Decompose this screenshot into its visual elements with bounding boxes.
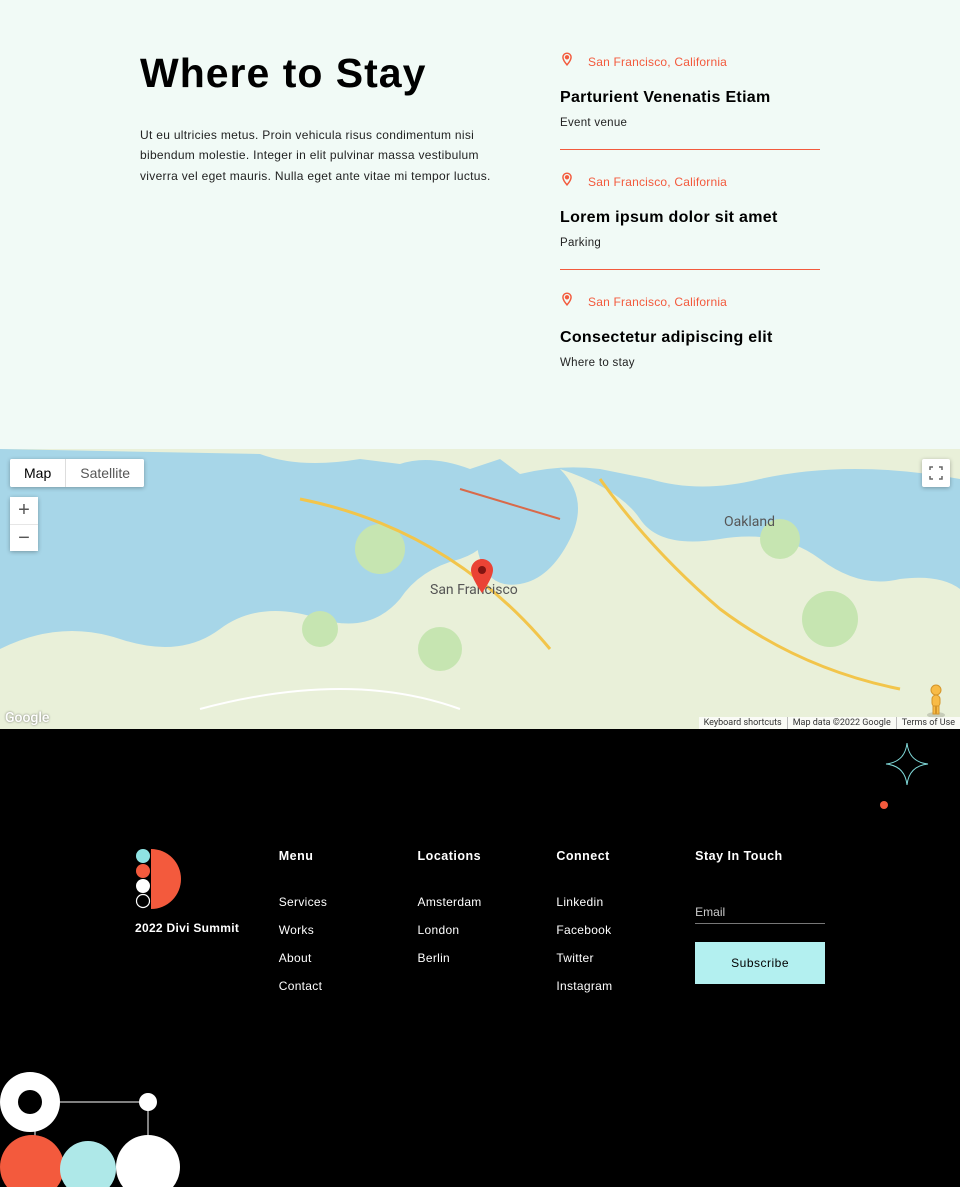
location-title: Lorem ipsum dolor sit amet [560, 209, 820, 227]
zoom-out-button[interactable]: − [10, 524, 38, 551]
email-label: Email [695, 905, 825, 919]
fullscreen-button[interactable] [922, 459, 950, 487]
footer-link-works[interactable]: Works [279, 923, 418, 937]
footer-logo-column: 2022 Divi Summit [135, 849, 279, 1007]
subscribe-button[interactable]: Subscribe [695, 942, 825, 984]
footer-link-amsterdam[interactable]: Amsterdam [418, 895, 557, 909]
footer-form-column: Stay In Touch Email Subscribe [695, 849, 825, 1007]
location-city: San Francisco, California [588, 55, 727, 69]
map-credits: Keyboard shortcuts Map data ©2022 Google… [699, 717, 960, 729]
location-subtitle: Where to stay [560, 357, 820, 369]
footer-form-head: Stay In Touch [695, 849, 825, 863]
footer: 2022 Divi Summit Menu Services Works Abo… [0, 729, 960, 1187]
stay-description: Ut eu ultricies metus. Proin vehicula ri… [140, 125, 500, 186]
footer-shapes-decoration-icon [0, 1067, 200, 1187]
stay-title: Where to Stay [140, 50, 500, 97]
map-tab-map[interactable]: Map [10, 459, 65, 487]
location-title: Consectetur adipiscing elit [560, 329, 820, 347]
footer-link-services[interactable]: Services [279, 895, 418, 909]
map-zoom-control: + − [10, 497, 38, 551]
footer-link-berlin[interactable]: Berlin [418, 951, 557, 965]
star-decoration-icon [884, 741, 930, 787]
footer-link-contact[interactable]: Contact [279, 979, 418, 993]
map-pin-icon [560, 50, 574, 73]
footer-link-instagram[interactable]: Instagram [556, 979, 695, 993]
location-item: San Francisco, California Parturient Ven… [560, 50, 820, 150]
footer-locations-head: Locations [418, 849, 557, 863]
stay-intro: Where to Stay Ut eu ultricies metus. Pro… [140, 50, 500, 389]
footer-link-london[interactable]: London [418, 923, 557, 937]
footer-menu-head: Menu [279, 849, 418, 863]
footer-link-about[interactable]: About [279, 951, 418, 965]
where-to-stay-section: Where to Stay Ut eu ultricies metus. Pro… [0, 0, 960, 449]
footer-link-facebook[interactable]: Facebook [556, 923, 695, 937]
keyboard-shortcuts-link[interactable]: Keyboard shortcuts [699, 717, 787, 729]
zoom-in-button[interactable]: + [10, 497, 38, 524]
dot-decoration-icon [880, 801, 888, 809]
pegman-icon[interactable] [922, 681, 950, 719]
map-data-text: Map data ©2022 Google [787, 717, 896, 729]
stay-locations-list: San Francisco, California Parturient Ven… [560, 50, 820, 389]
footer-link-twitter[interactable]: Twitter [556, 951, 695, 965]
footer-caption: 2022 Divi Summit [135, 921, 279, 935]
map-section[interactable]: San Francisco Oakland Map Satellite + − … [0, 449, 960, 729]
footer-connect-column: Connect Linkedin Facebook Twitter Instag… [556, 849, 695, 1007]
location-item: San Francisco, California Consectetur ad… [560, 290, 820, 389]
email-input[interactable] [695, 923, 825, 924]
location-subtitle: Event venue [560, 117, 820, 129]
footer-connect-head: Connect [556, 849, 695, 863]
map-tab-satellite[interactable]: Satellite [65, 459, 144, 487]
location-city: San Francisco, California [588, 175, 727, 189]
map-pin-icon [560, 170, 574, 193]
location-subtitle: Parking [560, 237, 820, 249]
map-type-control: Map Satellite [10, 459, 144, 487]
footer-link-linkedin[interactable]: Linkedin [556, 895, 695, 909]
google-logo: Google [5, 710, 49, 726]
map-label-oakland: Oakland [724, 514, 775, 530]
terms-link[interactable]: Terms of Use [896, 717, 960, 729]
location-city: San Francisco, California [588, 295, 727, 309]
footer-locations-column: Locations Amsterdam London Berlin [418, 849, 557, 1007]
map-pin-icon [560, 290, 574, 313]
location-item: San Francisco, California Lorem ipsum do… [560, 170, 820, 270]
map-marker-icon [470, 559, 494, 597]
logo-icon [135, 849, 207, 909]
location-title: Parturient Venenatis Etiam [560, 89, 820, 107]
footer-menu-column: Menu Services Works About Contact [279, 849, 418, 1007]
